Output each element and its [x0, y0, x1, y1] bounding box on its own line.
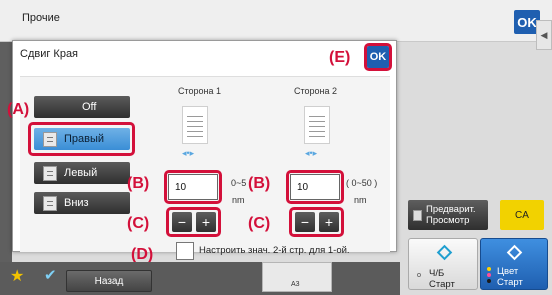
bottom-bar	[0, 262, 400, 295]
color-start-label: Цвет Старт	[497, 266, 523, 288]
bw-indicator-icon	[417, 273, 421, 277]
callout-b1: (B)	[127, 175, 150, 192]
side1-shift-arrow-icon: ◂•▸	[182, 148, 195, 158]
callout-c1: (C)	[127, 215, 150, 232]
adjust-checkbox[interactable]	[176, 242, 194, 260]
side2-page-icon	[304, 106, 330, 144]
side1-page-icon	[182, 106, 208, 144]
option-off-label: Off	[82, 101, 97, 113]
paper-tray-indicator: A3	[262, 262, 332, 292]
option-off-button[interactable]: Off	[34, 96, 130, 118]
start-diamond-icon	[506, 244, 523, 261]
clear-all-button[interactable]: CA	[500, 200, 544, 230]
favorite-star-icon[interactable]: ★	[10, 266, 24, 286]
color-start-button[interactable]: Цвет Старт	[480, 238, 548, 290]
paper-size-label: A3	[291, 281, 300, 288]
side1-range: 0~5	[231, 178, 247, 188]
preview-label: Предварит. Просмотр	[426, 204, 476, 226]
highlight-ring-c2	[289, 207, 344, 237]
side1-label: Сторона 1	[178, 86, 222, 96]
side-panel-tab[interactable]: ◀︎	[536, 20, 552, 50]
dialog-title: Сдвиг Края	[20, 48, 79, 60]
outer-title: Прочие	[22, 12, 60, 24]
color-dot-icon	[487, 267, 491, 271]
highlight-ring-b2	[286, 170, 344, 204]
side1-unit: nm	[232, 195, 245, 205]
bw-start-label: Ч/Б Старт	[429, 268, 455, 290]
adjust-checkbox-label: Настроить знач. 2-й стр. для 1-ой.	[199, 245, 350, 256]
side2-range: ( 0~50 )	[346, 178, 378, 188]
callout-e: (E)	[329, 49, 351, 66]
highlight-ring-e	[364, 43, 392, 71]
highlight-ring-b1	[164, 170, 222, 204]
outer-header	[0, 0, 552, 42]
callout-d: (D)	[131, 246, 154, 263]
page-icon	[43, 166, 57, 181]
bw-start-button[interactable]: Ч/Б Старт	[408, 238, 478, 290]
preview-button[interactable]: Предварит. Просмотр	[408, 200, 488, 230]
option-left-button[interactable]: Левый	[34, 162, 130, 184]
color-dot-icon	[487, 279, 491, 283]
back-button[interactable]: Назад	[66, 270, 152, 292]
highlight-ring-c1	[166, 207, 221, 237]
color-dot-icon	[487, 273, 491, 277]
start-diamond-icon	[436, 244, 453, 261]
side2-unit: nm	[354, 195, 367, 205]
side2-label: Сторона 2	[294, 86, 338, 96]
callout-b2: (B)	[248, 175, 271, 192]
side2-shift-arrow-icon: ◂•▸	[305, 148, 318, 158]
page-icon	[43, 196, 57, 211]
preview-icon	[413, 210, 422, 221]
callout-c2: (C)	[248, 215, 271, 232]
option-down-label: Вниз	[64, 197, 89, 209]
option-left-label: Левый	[64, 167, 98, 179]
checkmark-icon[interactable]: ✔	[44, 266, 57, 284]
option-down-button[interactable]: Вниз	[34, 192, 130, 214]
callout-a: (A)	[7, 101, 30, 118]
left-edge-strip	[0, 42, 12, 262]
highlight-ring-a	[28, 122, 135, 156]
